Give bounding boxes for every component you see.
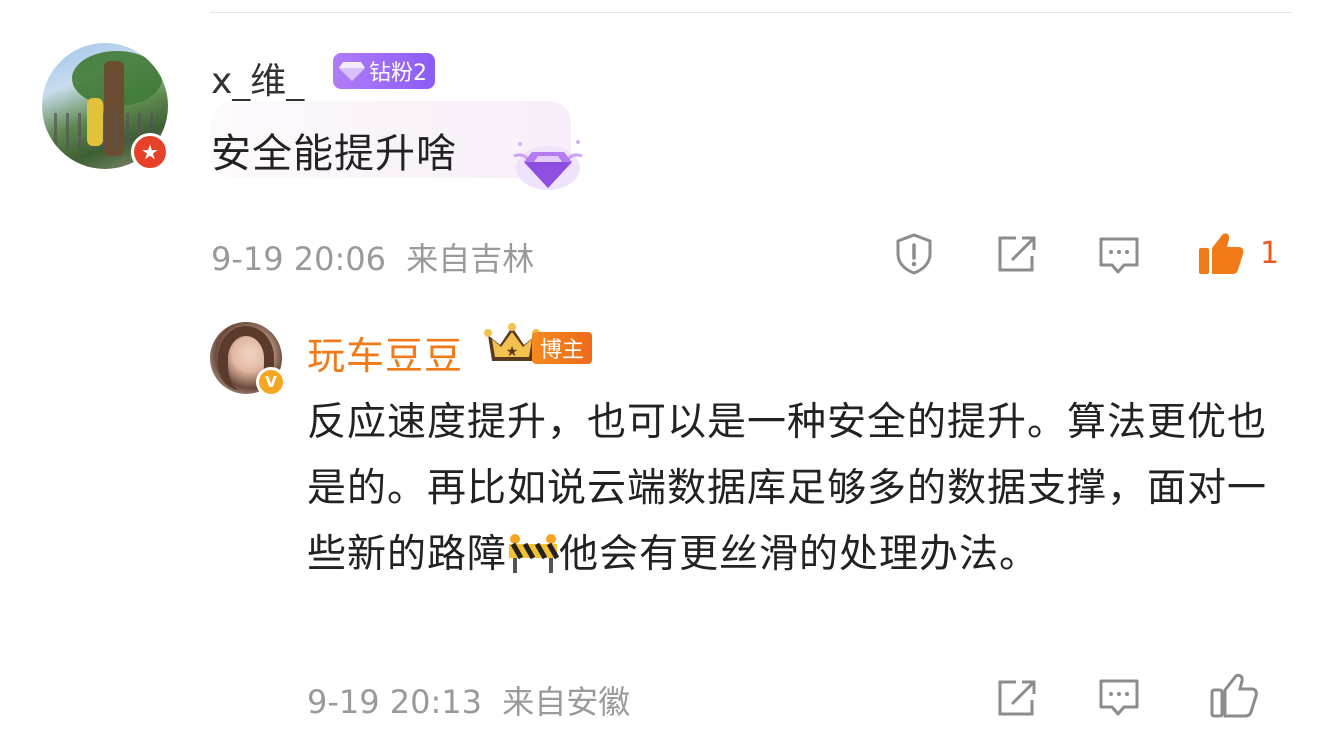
- blogger-badge: 博主: [532, 332, 593, 364]
- like-count: 1: [1260, 236, 1280, 271]
- comment-meta: 9-19 20:06 来自吉林: [211, 234, 534, 280]
- top-divider: [210, 12, 1292, 13]
- reply-time: 9-19 20:13: [307, 683, 483, 721]
- reply-meta: 9-19 20:13 来自安徽: [307, 677, 630, 723]
- svg-text:★: ★: [506, 344, 519, 360]
- fan-badge-label: 钻粉2: [369, 61, 427, 86]
- comment-username[interactable]: x_维_: [211, 52, 304, 104]
- share-icon[interactable]: [996, 234, 1038, 274]
- comment-text[interactable]: 安全能提升啥: [211, 121, 457, 179]
- diamond-decoration-icon: [513, 140, 583, 190]
- report-icon[interactable]: [892, 232, 936, 276]
- comment-time: 9-19 20:06: [211, 240, 387, 278]
- reply-like-icon[interactable]: [1210, 672, 1258, 718]
- fan-level-badge[interactable]: 钻粉2: [333, 53, 435, 89]
- reply-text[interactable]: 反应速度提升，也可以是一种安全的提升。算法更优也是的。再比如说云端数据库足够多的…: [307, 390, 1267, 588]
- reply-comment-icon[interactable]: [1098, 678, 1140, 718]
- verified-v-icon: V: [256, 367, 286, 397]
- reply-text-part-2: 他会有更丝滑的处理办法。: [559, 532, 1040, 577]
- reply-share-icon[interactable]: [996, 678, 1038, 718]
- like-icon[interactable]: [1197, 230, 1245, 276]
- reply-location: 来自安徽: [502, 683, 631, 721]
- reply-username[interactable]: 玩车豆豆: [307, 325, 463, 380]
- member-star-badge-icon: ★: [131, 133, 169, 171]
- comment-location: 来自吉林: [406, 240, 535, 278]
- roadblock-emoji: [509, 534, 560, 573]
- comment-icon[interactable]: [1098, 236, 1140, 276]
- diamond-icon: [339, 62, 365, 81]
